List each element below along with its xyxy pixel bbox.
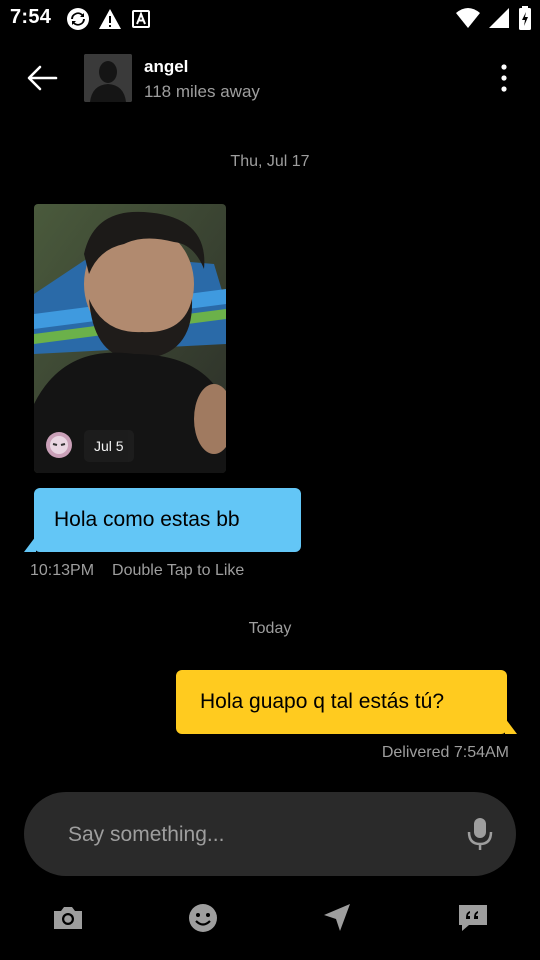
double-tap-hint: Double Tap to Like	[112, 562, 245, 579]
outgoing-message-bubble[interactable]: Hola guapo q tal estás tú?	[176, 670, 507, 734]
font-a-icon	[132, 10, 150, 28]
saved-phrases-button[interactable]	[455, 900, 491, 936]
voice-button[interactable]	[466, 816, 494, 852]
date-separator-today: Today	[248, 620, 292, 637]
delivery-status: Delivered 7:54AM	[381, 744, 509, 761]
location-arrow-icon	[324, 904, 350, 931]
wifi-icon	[456, 8, 480, 28]
arrow-left-icon	[27, 65, 58, 91]
camera-icon	[54, 907, 82, 929]
profile-name[interactable]: angel	[144, 57, 188, 77]
quote-bubble-icon	[459, 905, 487, 931]
message-input[interactable]	[66, 792, 450, 878]
camera-button[interactable]	[50, 900, 86, 936]
status-right-icons	[456, 6, 532, 30]
status-time: 7:54	[10, 6, 52, 28]
date-separator: Thu, Jul 17	[230, 153, 310, 170]
incoming-message-time: 10:13PM	[30, 562, 95, 579]
profile-distance: 118 miles away	[144, 82, 260, 101]
message-composer	[24, 792, 516, 878]
smiley-icon	[189, 904, 217, 932]
battery-icon	[519, 6, 531, 30]
more-options-button[interactable]	[490, 62, 518, 94]
emoji-button[interactable]	[185, 900, 221, 936]
warning-icon	[99, 9, 121, 29]
profile-placeholder-icon	[84, 54, 132, 102]
signal-icon	[489, 8, 509, 28]
incoming-message-bubble[interactable]: Hola como estas bb	[34, 488, 301, 552]
avatar[interactable]	[84, 54, 132, 102]
microphone-icon	[467, 818, 493, 850]
ghost-badge-icon	[44, 430, 74, 460]
send-location-button[interactable]	[319, 900, 355, 936]
photo-date-badge: Jul 5	[84, 430, 134, 462]
back-button[interactable]	[24, 62, 60, 94]
incoming-message-meta: 10:13PM Double Tap to Like	[30, 562, 244, 580]
more-vert-icon	[501, 64, 507, 92]
sync-icon	[67, 8, 89, 30]
status-left-icons	[66, 7, 152, 31]
